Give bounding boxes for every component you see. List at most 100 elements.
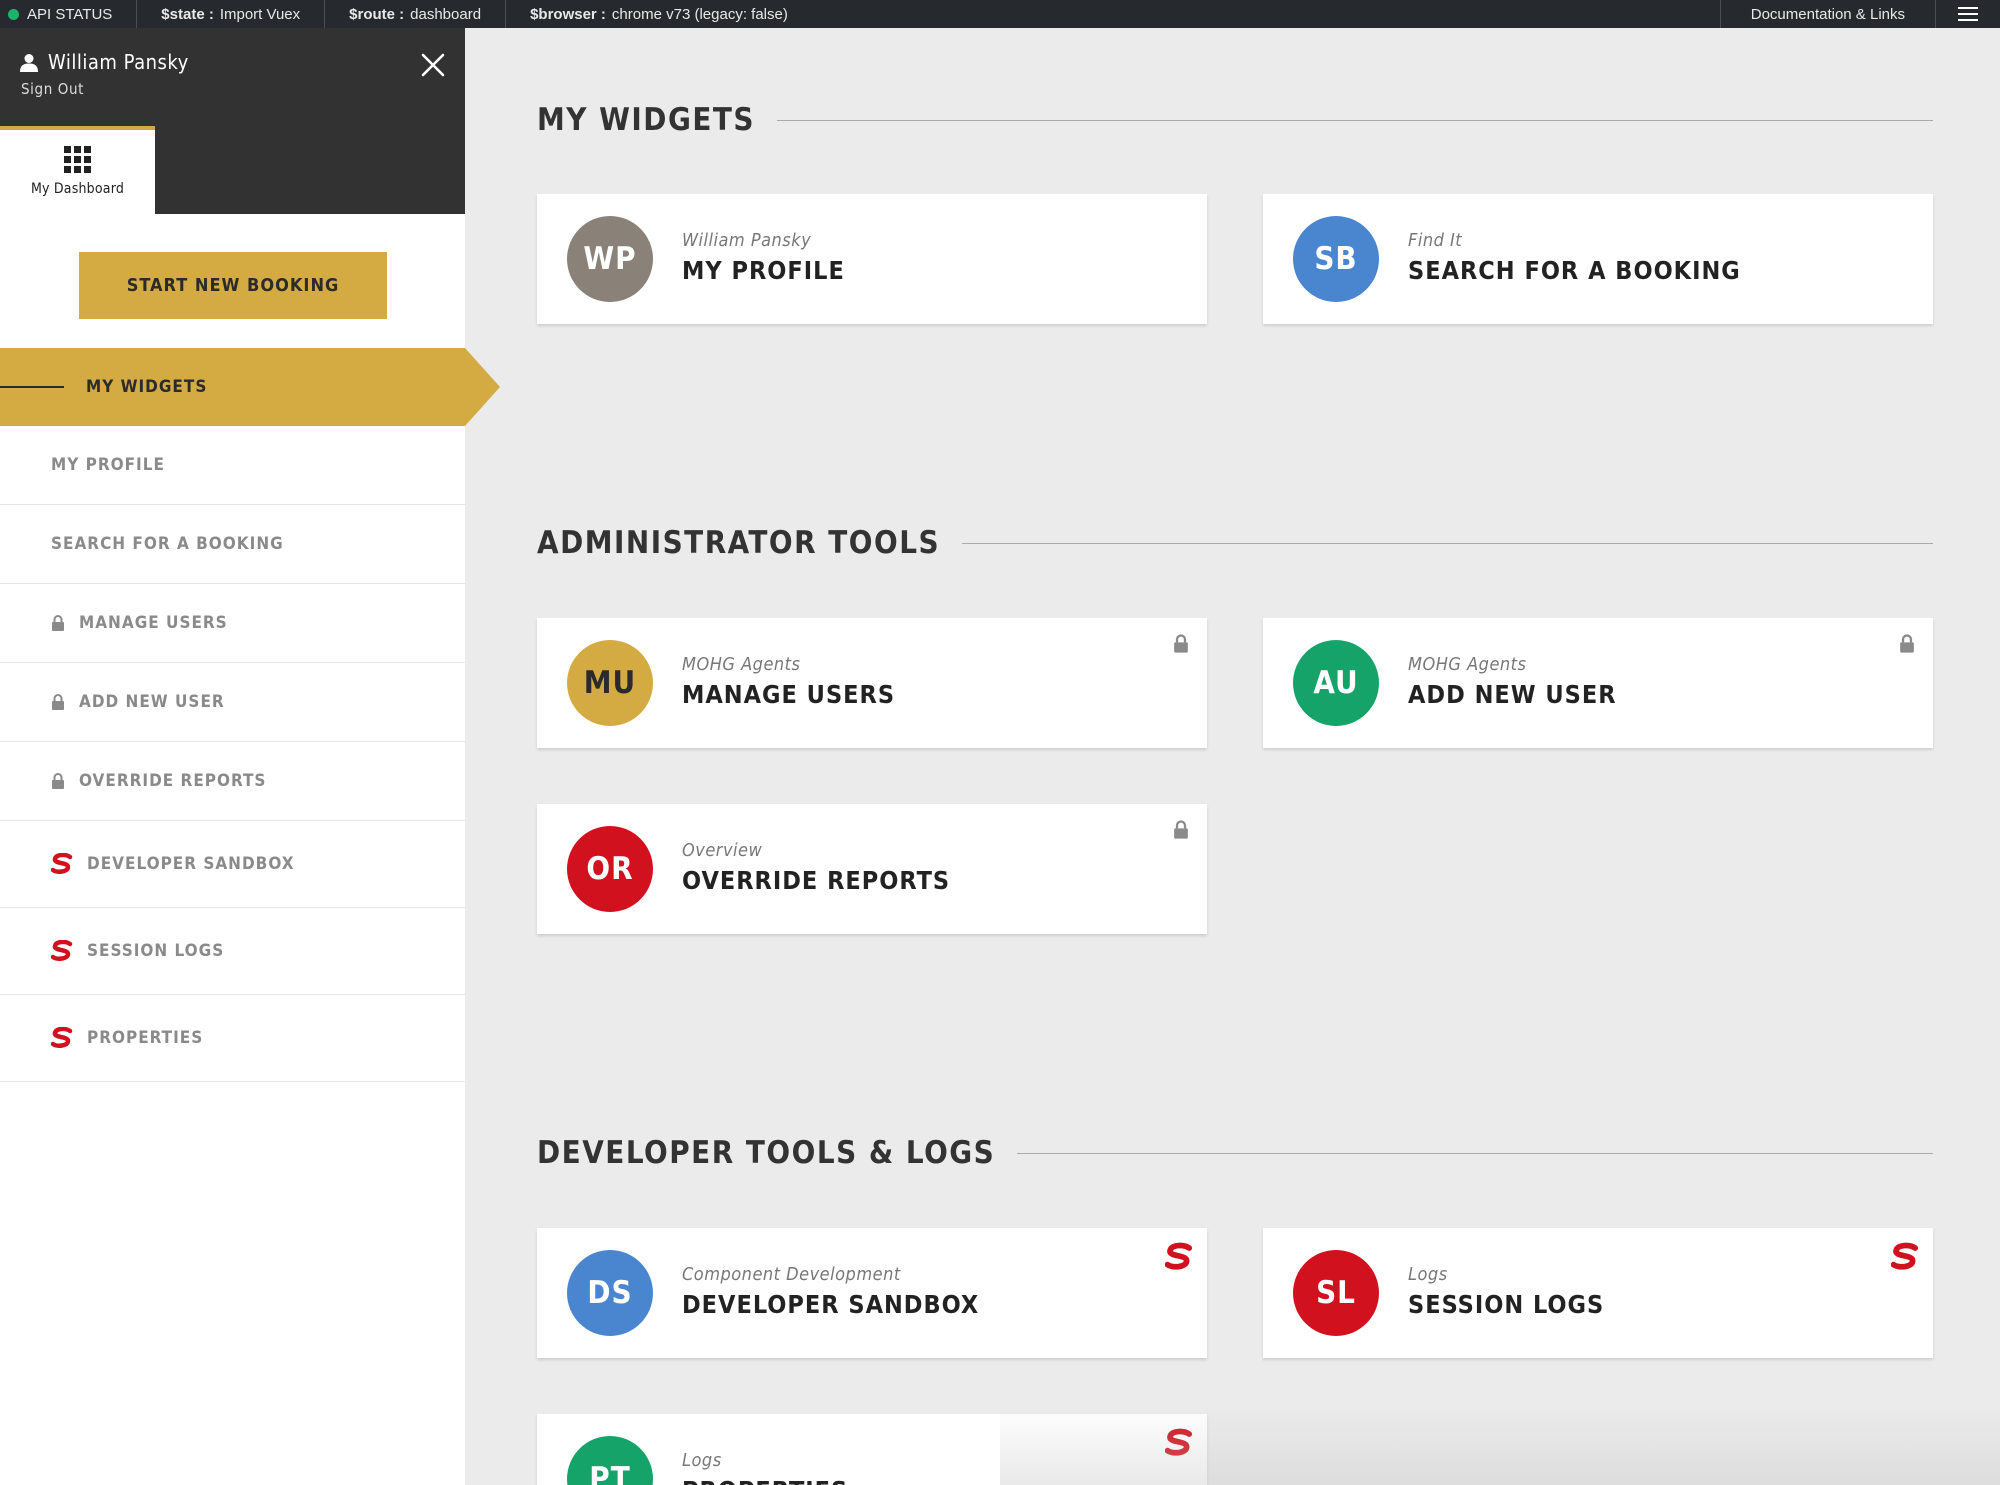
card-title: SEARCH FOR A BOOKING [1408,256,1741,285]
card-subtitle: MOHG Agents [1408,654,1527,675]
tab-my-dashboard[interactable]: My Dashboard [0,126,155,214]
sidebar-item-label: MY PROFILE [51,455,165,475]
api-status-label: API STATUS [27,5,113,23]
user-icon [20,53,38,72]
state-indicator: $state : Import Vuex [137,0,326,28]
card-title: PROPERTIES [682,1476,848,1485]
avatar: MU [567,640,653,726]
sidebar-item-label: OVERRIDE REPORTS [79,771,267,791]
section-divider [962,542,1933,544]
sidebar-item-label: DEVELOPER SANDBOX [87,854,295,874]
card-title: MANAGE USERS [682,680,896,709]
browser-value: chrome v73 (legacy: false) [611,5,788,23]
sidebar-item-label: ADD NEW USER [79,692,225,712]
card-subtitle: Logs [1408,1264,1448,1285]
card-subtitle: Find It [1408,230,1463,251]
card-subtitle: MOHG Agents [682,654,801,675]
sidebar-item-session-logs[interactable]: SESSION LOGS [0,908,465,995]
docs-link[interactable]: Documentation & Links [1719,0,1936,28]
lock-icon [51,773,65,789]
sidebar-item-my-profile[interactable]: MY PROFILE [0,426,465,505]
widget-card-my-profile[interactable]: WP William Pansky MY PROFILE [537,194,1207,324]
card-subtitle: William Pansky [682,230,812,251]
section-my-widgets-header: MY WIDGETS [537,102,1933,138]
card-subtitle: Component Development [682,1264,901,1285]
sidebar-item-label: SEARCH FOR A BOOKING [51,534,284,554]
card-subtitle: Logs [682,1450,722,1471]
sidebar-item-properties[interactable]: PROPERTIES [0,995,465,1082]
sidebar-item-label: SESSION LOGS [87,941,225,961]
sidebar-item-search-booking[interactable]: SEARCH FOR A BOOKING [0,505,465,584]
card-title: OVERRIDE REPORTS [682,866,951,895]
hamburger-icon [1958,7,1978,21]
avatar: SL [1293,1250,1379,1336]
card-title: ADD NEW USER [1408,680,1617,709]
widget-card-manage-users[interactable]: MU MOHG Agents MANAGE USERS [537,618,1207,748]
section-divider [777,119,1933,121]
sidebar-item-label: MANAGE USERS [79,613,228,633]
tab-label: My Dashboard [30,181,125,197]
sidebar-item-manage-users[interactable]: MANAGE USERS [0,584,465,663]
route-key: $route : [349,5,405,23]
sidebar-item-my-widgets[interactable]: MY WIDGETS [0,348,500,426]
section-title: MY WIDGETS [537,102,756,138]
lock-icon [1899,634,1915,658]
section-dev-tools-header: DEVELOPER TOOLS & LOGS [537,1135,1933,1171]
s-logo-icon [1164,1242,1193,1277]
widget-card-add-new-user[interactable]: AU MOHG Agents ADD NEW USER [1263,618,1933,748]
sidebar-nav: MY WIDGETS MY PROFILE SEARCH FOR A BOOKI… [0,348,500,1082]
s-logo-icon [51,853,73,875]
widget-card-search-booking[interactable]: SB Find It SEARCH FOR A BOOKING [1263,194,1933,324]
lock-icon [51,694,65,710]
widget-card-override-reports[interactable]: OR Overview OVERRIDE REPORTS [537,804,1207,934]
sidebar: William Pansky Sign Out My Dashboard STA… [0,28,500,1485]
avatar: PT [567,1436,653,1485]
card-title: MY PROFILE [682,256,845,285]
section-admin-tools-header: ADMINISTRATOR TOOLS [537,525,1933,561]
avatar: WP [567,216,653,302]
card-subtitle: Overview [682,840,763,861]
browser-key: $browser : [530,5,606,23]
close-icon[interactable] [418,50,448,80]
section-title: DEVELOPER TOOLS & LOGS [537,1135,996,1171]
widget-card-properties[interactable]: PT Logs PROPERTIES [537,1414,1207,1485]
user-info: William Pansky [20,50,189,74]
state-key: $state : [161,5,214,23]
avatar: SB [1293,216,1379,302]
widget-card-session-logs[interactable]: SL Logs SESSION LOGS [1263,1228,1933,1358]
sidebar-item-developer-sandbox[interactable]: DEVELOPER SANDBOX [0,821,465,908]
s-logo-icon [51,1027,73,1049]
lock-icon [1173,634,1189,658]
route-value: dashboard [410,5,482,23]
browser-indicator: $browser : chrome v73 (legacy: false) [506,0,812,28]
card-title: SESSION LOGS [1408,1290,1605,1319]
sign-out-link[interactable]: Sign Out [21,80,84,98]
status-dot-icon [8,8,19,20]
lock-icon [51,615,65,631]
sidebar-item-add-new-user[interactable]: ADD NEW USER [0,663,465,742]
widget-card-developer-sandbox[interactable]: DS Component Development DEVELOPER SANDB… [537,1228,1207,1358]
section-title: ADMINISTRATOR TOOLS [537,525,941,561]
route-indicator: $route : dashboard [325,0,507,28]
s-logo-icon [51,940,73,962]
sidebar-item-override-reports[interactable]: OVERRIDE REPORTS [0,742,465,821]
lock-icon [1173,820,1189,844]
sidebar-item-label: PROPERTIES [87,1028,204,1048]
user-name: William Pansky [48,50,189,74]
user-panel: William Pansky Sign Out My Dashboard [0,28,465,214]
menu-button[interactable] [1936,0,2000,28]
start-new-booking-button[interactable]: START NEW BOOKING [79,252,387,319]
avatar: DS [567,1250,653,1336]
top-status-bar: API STATUS $state : Import Vuex $route :… [0,0,2000,28]
avatar: AU [1293,640,1379,726]
section-divider [1017,1152,1933,1154]
sidebar-item-label: MY WIDGETS [86,377,208,397]
grid-icon [64,146,91,173]
active-indicator-line [0,386,64,388]
state-value: Import Vuex [219,5,301,23]
api-status[interactable]: API STATUS [0,0,138,28]
card-title: DEVELOPER SANDBOX [682,1290,980,1319]
avatar: OR [567,826,653,912]
s-logo-icon [1164,1428,1193,1463]
s-logo-icon [1890,1242,1919,1277]
